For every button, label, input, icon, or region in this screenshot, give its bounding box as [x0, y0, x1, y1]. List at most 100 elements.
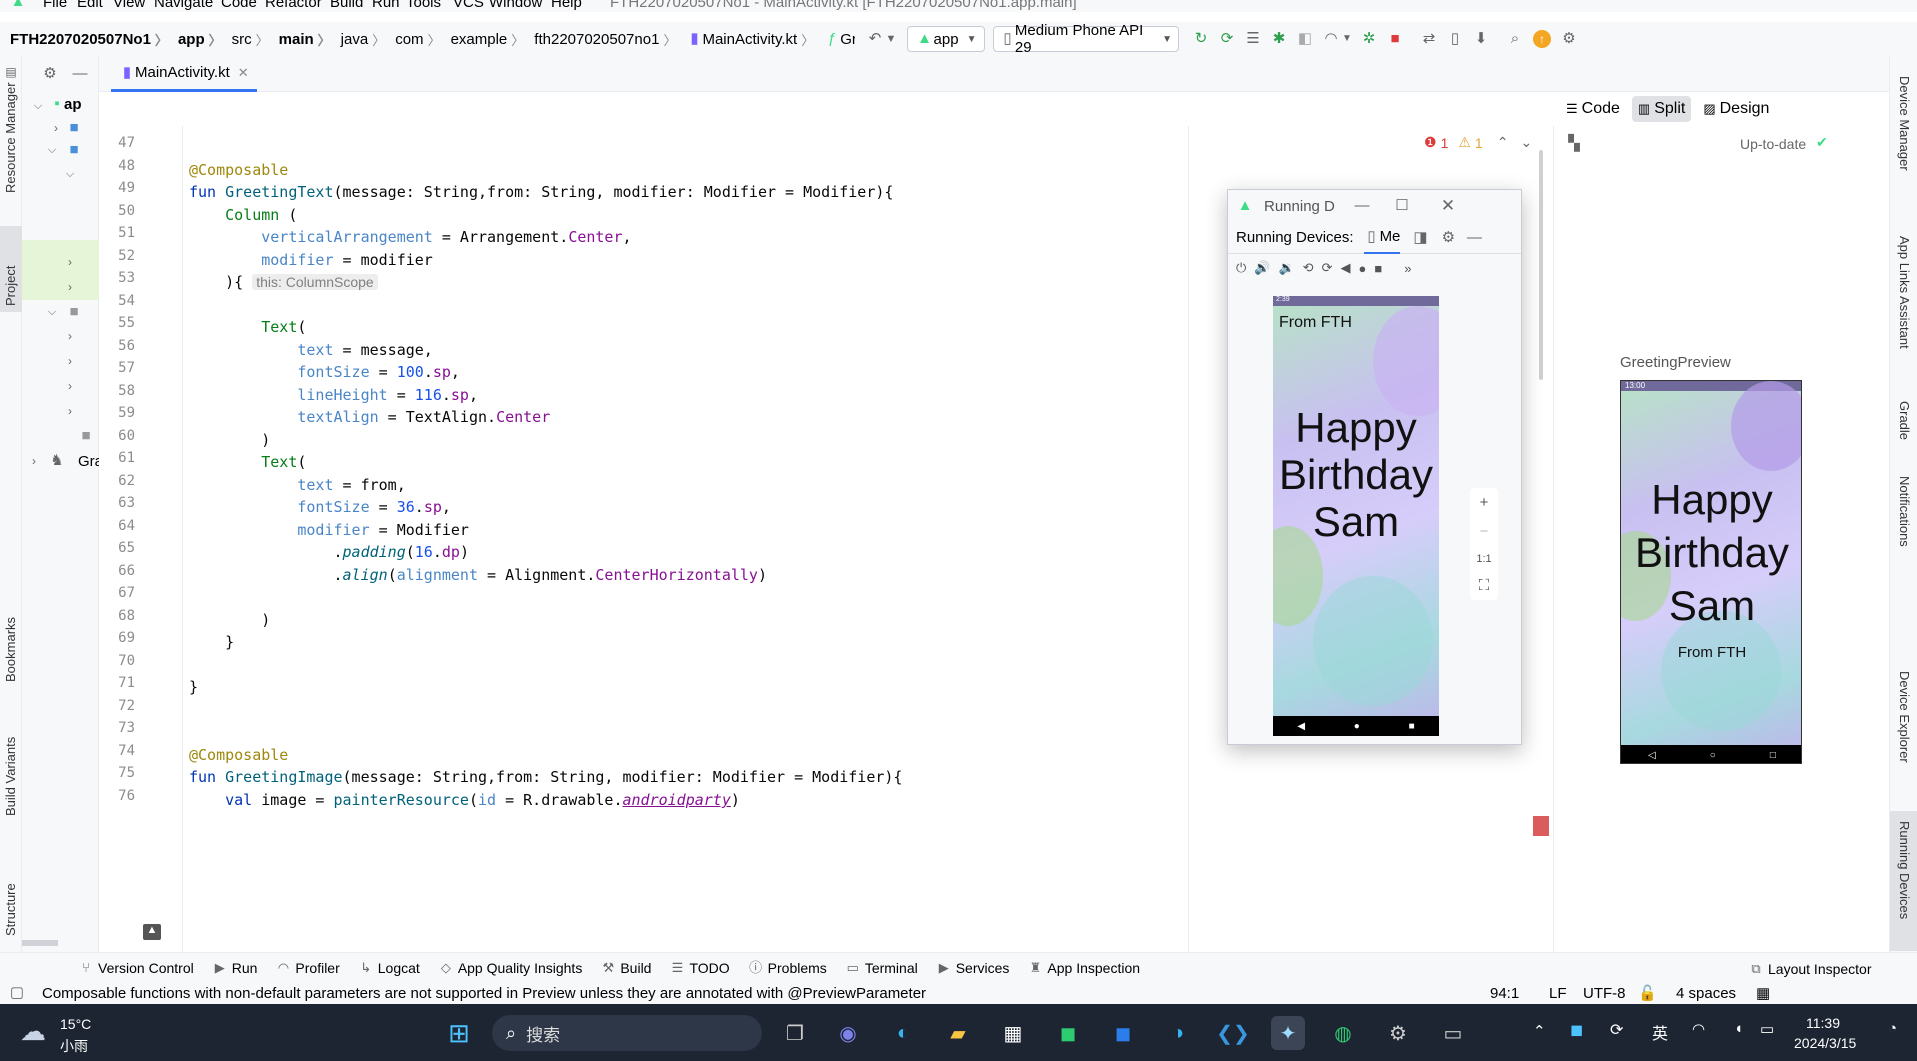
- memory-icon[interactable]: ▦: [1756, 984, 1770, 1002]
- weather-rain-icon[interactable]: ☁: [20, 1016, 46, 1047]
- apply-changes-restart-icon[interactable]: ↻: [1191, 29, 1211, 49]
- chat-icon[interactable]: ◉: [831, 1016, 865, 1050]
- menu-refactor[interactable]: Refactor: [265, 0, 322, 11]
- device-screen[interactable]: 2:39 From FTH Happy Birthday Sam ◀ ● ■: [1273, 296, 1439, 736]
- tab-terminal[interactable]: ▭ Terminal: [845, 958, 918, 978]
- chevron-down-icon[interactable]: ⌵: [60, 164, 80, 184]
- chevron-up-icon[interactable]: ⌃: [1497, 134, 1509, 151]
- menu-run[interactable]: Run: [372, 0, 400, 11]
- menu-vcs[interactable]: VCS: [453, 0, 484, 11]
- terminal-icon[interactable]: ▭: [1436, 1016, 1470, 1050]
- tool-device-explorer[interactable]: Device Explorer: [1897, 671, 1912, 801]
- tool-device-manager[interactable]: Device Manager: [1897, 76, 1912, 216]
- menu-help[interactable]: Help: [551, 0, 582, 11]
- menu-code[interactable]: Code: [221, 0, 257, 11]
- tool-structure[interactable]: Structure: [3, 856, 18, 936]
- tab-app-inspection[interactable]: ♜ App Inspection: [1027, 958, 1140, 978]
- chevron-down-icon[interactable]: ⌄: [1520, 134, 1532, 151]
- breadcrumb-function[interactable]: ƒGreetingPreview: [824, 29, 855, 49]
- taskbar-search[interactable]: ⌕ 搜索: [492, 1015, 762, 1051]
- tool-gradle[interactable]: Gradle: [1897, 401, 1912, 481]
- chevron-down-icon[interactable]: ⌵: [42, 140, 62, 160]
- breadcrumb-app[interactable]: app 〉: [178, 30, 228, 49]
- lock-icon[interactable]: 🔓: [1638, 984, 1657, 1002]
- code-view-button[interactable]: ☰ Code: [1560, 96, 1626, 122]
- app-green-icon[interactable]: ◼: [1051, 1016, 1085, 1050]
- logcat-icon[interactable]: ☰: [1243, 29, 1263, 49]
- back-icon[interactable]: ◀: [1340, 260, 1350, 276]
- design-view-button[interactable]: ▨ Design: [1697, 96, 1775, 122]
- menu-tools[interactable]: Tools: [406, 0, 441, 11]
- tool-running-devices[interactable]: Running Devices: [1897, 821, 1912, 951]
- code-editor[interactable]: @Composable fun GreetingText(message: St…: [183, 126, 1188, 952]
- tab-run[interactable]: ▶ Run: [212, 958, 258, 978]
- status-message[interactable]: Composable functions with non-default pa…: [42, 985, 926, 1002]
- maximize-icon[interactable]: ☐: [1392, 196, 1412, 216]
- line-separator[interactable]: LF: [1549, 985, 1567, 1002]
- volume-up-icon[interactable]: 🔊: [1254, 260, 1270, 276]
- update-icon[interactable]: ↑: [1533, 30, 1551, 48]
- gear-icon[interactable]: ⚙: [40, 64, 60, 84]
- edge-icon[interactable]: ◐: [886, 1016, 920, 1050]
- tab-problems[interactable]: ⓘ Problems: [748, 958, 827, 978]
- zoom-actual-size[interactable]: 1:1: [1476, 553, 1491, 565]
- breadcrumb-main[interactable]: main 〉: [279, 30, 337, 49]
- close-icon[interactable]: ✕: [1438, 196, 1458, 216]
- tab-todo[interactable]: ☰ TODO: [669, 958, 730, 978]
- minimize-icon[interactable]: —: [1352, 196, 1372, 216]
- inspection-widget[interactable]: ❶1 ⚠ 1 ⌃ ⌄: [1424, 134, 1532, 151]
- chevron-up-icon[interactable]: ⌃: [1533, 1022, 1546, 1040]
- tab-device[interactable]: ▯ Me: [1363, 222, 1401, 254]
- tab-layout-inspector[interactable]: ⧉ Layout Inspector: [1748, 959, 1871, 979]
- menu-navigate[interactable]: Navigate: [154, 0, 213, 11]
- settings-gear-icon[interactable]: ⚙: [1381, 1016, 1415, 1050]
- tab-services[interactable]: ▶ Services: [936, 958, 1010, 978]
- rotate-left-icon[interactable]: ⟲: [1303, 260, 1314, 276]
- apply-code-changes-icon[interactable]: ⟳: [1217, 29, 1237, 49]
- chevron-right-icon[interactable]: ›: [60, 326, 80, 346]
- stop-icon[interactable]: ■: [1385, 29, 1405, 49]
- vscode-icon[interactable]: ❮❯: [1216, 1016, 1250, 1050]
- breadcrumb-project[interactable]: FTH2207020507No1 〉: [10, 30, 174, 49]
- file-encoding[interactable]: UTF-8: [1583, 985, 1626, 1002]
- chevron-down-icon[interactable]: ⌵: [42, 302, 62, 322]
- power-icon[interactable]: ⏻: [1236, 260, 1246, 276]
- breadcrumb-src[interactable]: src 〉: [232, 30, 275, 49]
- browser-icon[interactable]: ◑: [1161, 1016, 1195, 1050]
- tool-build-variants[interactable]: Build Variants: [3, 716, 18, 816]
- ime-indicator[interactable]: 英: [1652, 1020, 1668, 1044]
- chevron-right-icon[interactable]: ›: [60, 401, 80, 421]
- breadcrumb-java[interactable]: java 〉: [341, 30, 392, 49]
- android-studio-icon[interactable]: ✦: [1271, 1016, 1305, 1050]
- profiler-icon[interactable]: ◠: [1321, 29, 1341, 49]
- breadcrumb-com[interactable]: com 〉: [395, 30, 446, 49]
- chevron-down-icon[interactable]: ⌵: [28, 96, 48, 116]
- run-config-select[interactable]: ▲ app ▼: [907, 26, 985, 52]
- chevron-down-icon[interactable]: ▼: [1341, 29, 1353, 49]
- sync-gradle-icon[interactable]: ⇄: [1419, 29, 1439, 49]
- breadcrumb-example[interactable]: example 〉: [451, 30, 531, 49]
- tool-bookmarks[interactable]: Bookmarks: [3, 602, 18, 682]
- minimize-icon[interactable]: —: [70, 64, 90, 84]
- chevron-right-icon[interactable]: ›: [60, 351, 80, 371]
- tab-app-quality-insights[interactable]: ◇ App Quality Insights: [438, 958, 583, 978]
- weather-temp[interactable]: 15°C: [60, 1016, 91, 1032]
- volume-down-icon[interactable]: 🔉: [1278, 260, 1294, 276]
- device-select[interactable]: ▯ Medium Phone API 29 ▼: [993, 22, 1179, 56]
- sdk-manager-icon[interactable]: ⬇: [1471, 29, 1491, 49]
- error-marker[interactable]: [1533, 816, 1549, 836]
- search-icon[interactable]: ⌕: [1505, 29, 1525, 49]
- chevron-right-icon[interactable]: ›: [60, 252, 80, 272]
- tool-resource-manager[interactable]: Resource Manager: [3, 68, 18, 193]
- chevron-right-icon[interactable]: ›: [60, 376, 80, 396]
- scrollbar[interactable]: [1539, 150, 1543, 380]
- zoom-out-icon[interactable]: −: [1480, 523, 1489, 540]
- zoom-in-icon[interactable]: +: [1480, 494, 1489, 511]
- close-icon[interactable]: ✕: [238, 65, 249, 81]
- rotate-right-icon[interactable]: ⟳: [1322, 260, 1333, 276]
- overview-icon[interactable]: ■: [1374, 261, 1382, 276]
- file-explorer-icon[interactable]: ▰: [941, 1016, 975, 1050]
- chevron-right-icon[interactable]: ›: [24, 451, 44, 471]
- home-icon[interactable]: ●: [1358, 261, 1366, 276]
- tab-mainactivity[interactable]: ▮ MainActivity.kt ✕: [111, 56, 257, 92]
